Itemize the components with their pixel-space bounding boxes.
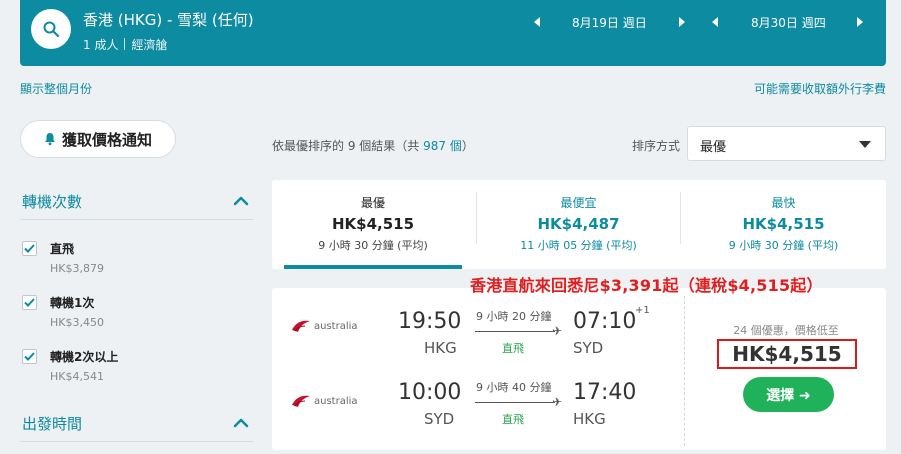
- sort-value: 最優: [700, 140, 727, 155]
- show-whole-month-link[interactable]: 顯示整個月份: [20, 80, 92, 97]
- sort-dropdown[interactable]: 最優: [687, 126, 886, 161]
- plane-icon: ✈: [552, 324, 563, 338]
- price-alert-button[interactable]: 獲取價格通知: [20, 120, 176, 158]
- divider: [20, 219, 253, 220]
- divider: [684, 296, 685, 446]
- divider: [20, 441, 253, 442]
- passenger-count: 1 成人: [83, 38, 119, 52]
- return-date[interactable]: 8月30日 週四: [751, 14, 826, 31]
- return-prev-day-button[interactable]: [712, 17, 718, 27]
- results-count: 依最優排序的 9 個結果（共 987 個）: [272, 137, 474, 154]
- nonstop-label: 直飛: [502, 413, 524, 426]
- search-icon: [43, 21, 60, 38]
- day-offset: +1: [635, 305, 650, 316]
- tab-fastest-price: HK$4,515: [742, 215, 825, 233]
- stops-two-plus-checkbox[interactable]: [22, 349, 37, 364]
- route-line: [475, 402, 555, 403]
- return-next-day-button[interactable]: [857, 17, 863, 27]
- airline-name: australia: [314, 320, 358, 332]
- stops-two-plus-label: 轉機2次以上: [50, 350, 119, 364]
- checkmark-icon: [24, 352, 35, 361]
- stops-nonstop-price: HK$3,879: [50, 262, 104, 275]
- tab-fastest[interactable]: 最快 HK$4,515 9 小時 30 分鐘 (平均): [681, 180, 886, 269]
- depart-airport: SYD: [424, 410, 455, 428]
- search-button[interactable]: [31, 9, 71, 49]
- arrive-airport: HKG: [573, 410, 606, 428]
- price-alert-label: 獲取價格通知: [61, 130, 152, 149]
- virgin-australia-logo: [292, 395, 310, 407]
- arrive-time: 17:40: [573, 380, 637, 405]
- airline: australia: [290, 318, 358, 334]
- passenger-cabin: 1 成人 經濟艙: [83, 36, 167, 53]
- search-summary-bar[interactable]: 香港 (HKG) - 雪梨 (任何) 1 成人 經濟艙 8月19日 週日 8月30…: [20, 0, 886, 66]
- checkmark-icon: [24, 298, 35, 307]
- sort-label: 排序方式: [632, 139, 681, 153]
- chevron-up-icon[interactable]: [233, 418, 249, 428]
- tab-cheapest-price: HK$4,487: [537, 215, 620, 233]
- active-tab-indicator: [284, 265, 462, 269]
- tab-best-price: HK$4,515: [331, 215, 415, 233]
- tab-best-title: 最優: [360, 196, 385, 210]
- price-value: HK$4,515: [732, 342, 842, 366]
- results-total: 987 個: [423, 139, 462, 153]
- tab-best[interactable]: 最優 HK$4,515 9 小時 30 分鐘 (平均): [272, 180, 474, 269]
- divider: [124, 38, 126, 50]
- stops-filter-title: 轉機次數: [22, 193, 83, 211]
- virgin-australia-logo: [292, 320, 310, 332]
- stops-one-checkbox[interactable]: [22, 295, 37, 310]
- depart-prev-day-button[interactable]: [534, 17, 540, 27]
- tab-fastest-duration: 9 小時 30 分鐘 (平均): [728, 239, 839, 252]
- depart-date[interactable]: 8月19日 週日: [572, 14, 647, 31]
- checkmark-icon: [24, 244, 35, 253]
- stops-two-plus-price: HK$4,541: [50, 370, 104, 383]
- depart-airport: HKG: [424, 339, 457, 357]
- promo-annotation: 香港直航來回悉尼$3,391起（連稅$4,515起）: [470, 276, 823, 295]
- results-prefix: 依最優排序的 9 個結果（共: [272, 139, 424, 153]
- chevron-up-icon[interactable]: [233, 196, 249, 206]
- select-button[interactable]: 選擇 ➜: [743, 377, 834, 412]
- route-title: 香港 (HKG) - 雪梨 (任何): [83, 11, 254, 29]
- cabin-class: 經濟艙: [131, 38, 168, 52]
- stops-one-price: HK$3,450: [50, 316, 104, 329]
- leg-duration: 9 小時 40 分鐘: [476, 381, 552, 394]
- depart-time: 10:00: [398, 380, 462, 405]
- plane-icon: ✈: [552, 395, 563, 409]
- caret-down-icon: [859, 141, 871, 148]
- baggage-fees-link[interactable]: 可能需要收取額外行李費: [754, 80, 886, 97]
- tab-best-duration: 9 小時 30 分鐘 (平均): [318, 239, 428, 252]
- depart-time: 19:50: [398, 309, 462, 334]
- tab-cheapest-duration: 11 小時 05 分鐘 (平均): [520, 239, 637, 252]
- arrive-airport: SYD: [573, 339, 604, 357]
- departure-time-filter-title: 出發時間: [22, 415, 83, 433]
- arrive-time: 07:10: [573, 309, 637, 334]
- sort-tabs: 最優 HK$4,515 9 小時 30 分鐘 (平均) 最便宜 HK$4,487…: [272, 180, 886, 269]
- leg-duration: 9 小時 20 分鐘: [476, 310, 552, 323]
- airline: australia: [290, 393, 358, 409]
- lowest-price: HK$4,515: [717, 339, 857, 369]
- route-line: [475, 331, 555, 332]
- stops-nonstop-label: 直飛: [50, 242, 75, 256]
- depart-next-day-button[interactable]: [679, 17, 685, 27]
- stops-nonstop-checkbox[interactable]: [22, 241, 37, 256]
- bell-icon: [44, 133, 55, 146]
- stops-one-label: 轉機1次: [50, 296, 95, 310]
- tab-cheapest-title: 最便宜: [560, 196, 597, 210]
- results-suffix: ）: [461, 139, 474, 153]
- airline-name: australia: [314, 395, 358, 407]
- deals-count: 24 個優惠，價格低至: [733, 324, 839, 337]
- tab-cheapest[interactable]: 最便宜 HK$4,487 11 小時 05 分鐘 (平均): [477, 180, 680, 269]
- nonstop-label: 直飛: [502, 342, 524, 355]
- tab-fastest-title: 最快: [771, 196, 796, 210]
